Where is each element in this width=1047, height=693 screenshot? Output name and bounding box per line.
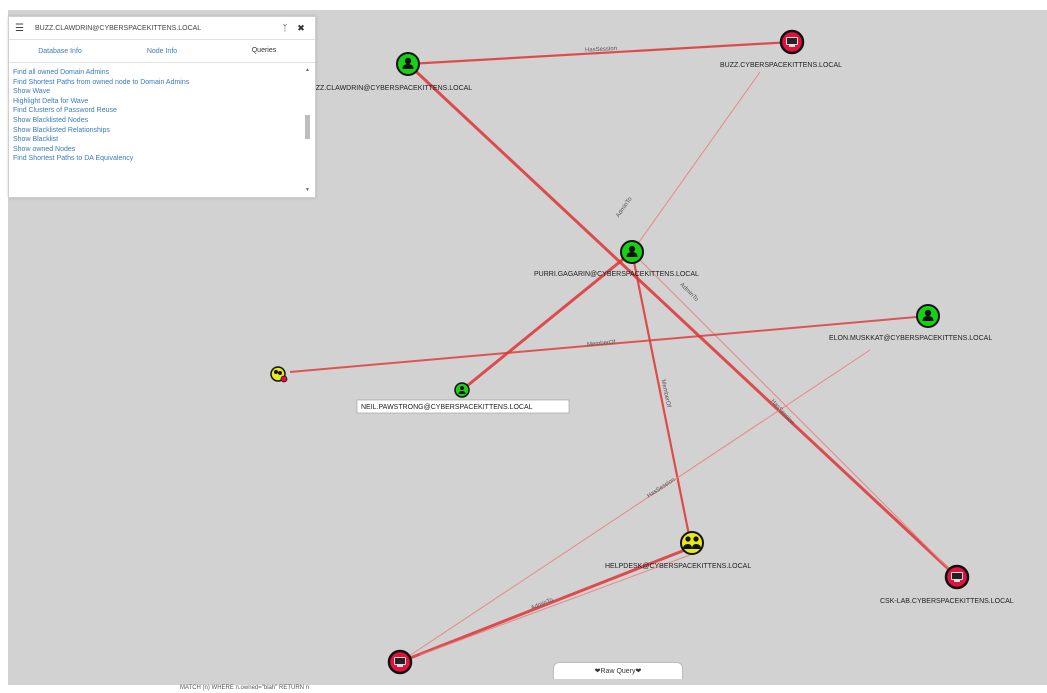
edge-label: AdminTo bbox=[678, 282, 699, 303]
query-list-scrollbar[interactable]: ▲ ▼ bbox=[304, 67, 311, 195]
hamburger-icon[interactable]: ☰ bbox=[15, 23, 31, 34]
query-item[interactable]: Show Blacklisted Relationships bbox=[13, 126, 303, 136]
user-node-elon[interactable] bbox=[916, 304, 940, 328]
group-node-helpdesk[interactable] bbox=[680, 531, 704, 555]
close-icon[interactable]: ✖ bbox=[293, 23, 309, 34]
node-label-elon: ELON.MUSKKAT@CYBERSPACEKITTENS.LOCAL bbox=[829, 335, 992, 342]
tab-queries[interactable]: Queries bbox=[213, 40, 315, 62]
query-item[interactable]: Show Wave bbox=[13, 87, 303, 97]
group-node-small[interactable] bbox=[270, 366, 288, 383]
query-item[interactable]: Find Shortest Paths from owned node to D… bbox=[13, 78, 303, 88]
raw-query-toggle[interactable]: ❤Raw Query❤ bbox=[553, 662, 683, 679]
user-node-buzz[interactable] bbox=[396, 52, 420, 76]
node-label-neil: NEIL.PAWSTRONG@CYBERSPACEKITTENS.LOCAL bbox=[361, 404, 533, 411]
node-label-helpdesk: HELPDESK@CYBERSPACEKITTENS.LOCAL bbox=[605, 563, 751, 570]
scroll-down-icon[interactable]: ▼ bbox=[304, 187, 311, 195]
user-node-neil[interactable] bbox=[454, 382, 470, 398]
tab-database-info[interactable]: Database Info bbox=[9, 40, 111, 62]
query-item[interactable]: Find Shortest Paths to DA Equivalency bbox=[13, 154, 303, 164]
panel-header: ☰ ᛉ ✖ bbox=[9, 17, 315, 40]
query-item[interactable]: Show owned Nodes bbox=[13, 145, 303, 155]
edge-label: MemberOf bbox=[587, 340, 616, 348]
query-item[interactable]: Find Clusters of Password Reuse bbox=[13, 106, 303, 116]
edge-hassession[interactable] bbox=[407, 40, 793, 66]
query-item[interactable]: Find all owned Domain Admins bbox=[13, 68, 303, 78]
edge-label: AdminTo bbox=[615, 196, 634, 219]
node-label-buzz-computer: BUZZ.CYBERSPACEKITTENS.LOCAL bbox=[720, 62, 842, 69]
query-list: Find all owned Domain Admins Find Shorte… bbox=[9, 64, 303, 196]
scroll-thumb[interactable] bbox=[305, 115, 310, 139]
edge-memberof[interactable] bbox=[630, 251, 692, 541]
edge-adminto[interactable] bbox=[631, 251, 958, 578]
query-item[interactable]: Show Blacklist bbox=[13, 135, 303, 145]
computer-node-buzz[interactable] bbox=[779, 29, 805, 55]
query-item[interactable]: Highlight Delta for Wave bbox=[13, 97, 303, 107]
scroll-up-icon[interactable]: ▲ bbox=[304, 67, 311, 75]
edge-label: HasSession bbox=[646, 477, 676, 499]
tab-node-info[interactable]: Node Info bbox=[111, 40, 213, 62]
node-label-csklab: CSK-LAB.CYBERSPACEKITTENS.LOCAL bbox=[880, 598, 1014, 605]
search-panel: ☰ ᛉ ✖ Database Info Node Info Queries Fi… bbox=[8, 16, 316, 198]
raw-query-input[interactable]: MATCH (n) WHERE n.owned="blah" RETURN n bbox=[176, 684, 1047, 693]
query-item[interactable]: Show Blacklisted Nodes bbox=[13, 116, 303, 126]
search-input[interactable] bbox=[31, 24, 277, 32]
edge-adminto[interactable] bbox=[419, 554, 691, 656]
computer-node-csklab[interactable] bbox=[944, 564, 970, 590]
edge-adminto[interactable] bbox=[631, 71, 761, 253]
edge-labels: HasSession AdminTo MemberOf MemberOf Adm… bbox=[530, 46, 795, 612]
path-icon[interactable]: ᛉ bbox=[277, 23, 293, 33]
node-label-yuri: PURRI.GAGARIN@CYBERSPACEKITTENS.LOCAL bbox=[534, 271, 699, 278]
edge-hassession[interactable] bbox=[399, 349, 871, 663]
computer-node-bottom[interactable] bbox=[387, 649, 413, 675]
user-node-yuri[interactable] bbox=[620, 240, 644, 264]
panel-tabs: Database Info Node Info Queries bbox=[9, 40, 315, 63]
node-label-buzz-user: BUZZ.CLAWDRIN@CYBERSPACEKITTENS.LOCAL bbox=[306, 85, 472, 92]
